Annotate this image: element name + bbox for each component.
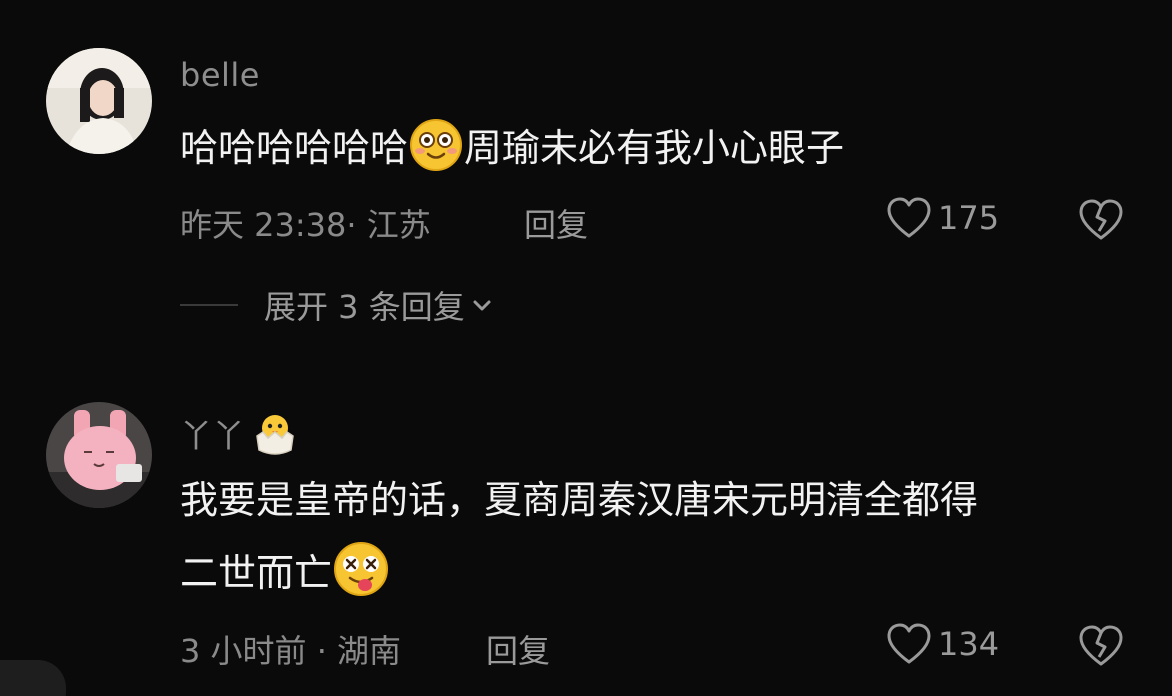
avatar-image [46, 48, 152, 154]
broken-heart-icon [1079, 625, 1123, 666]
broken-heart-icon [1079, 199, 1123, 240]
reply-button[interactable]: 回复 [486, 626, 550, 672]
username[interactable]: belle [180, 56, 260, 94]
comment-text: 二世而亡 [180, 540, 390, 617]
expand-replies-button[interactable]: 展开 3 条回复 [180, 282, 493, 328]
chevron-down-icon [473, 300, 491, 311]
dizzy-face-tongue-emoji [332, 540, 390, 617]
comment-list: belle 哈哈哈哈哈哈 周瑜未必有我小心眼子 昨天 23:38· 江苏 回复 1… [0, 0, 1172, 696]
heart-icon [887, 623, 931, 664]
comment-text-line: 我要是皇帝的话，夏商周秦汉唐宋元明清全都得 [180, 478, 979, 522]
comment-text-part: 周瑜未必有我小心眼子 [464, 126, 845, 170]
comment-text-part: 二世而亡 [180, 551, 333, 595]
hatching-chick-emoji [256, 415, 294, 455]
bottom-corner-element [0, 660, 66, 696]
smiling-face-emoji [408, 117, 464, 192]
dislike-button[interactable] [1078, 624, 1124, 672]
avatar[interactable] [46, 402, 152, 508]
like-count: 134 [938, 625, 1000, 663]
like-button[interactable]: 175 [886, 196, 999, 240]
username[interactable]: 丫丫 [180, 411, 245, 457]
dislike-button[interactable] [1078, 198, 1124, 246]
reply-button[interactable]: 回复 [524, 200, 588, 246]
comment-meta: 昨天 23:38· 江苏 [180, 206, 431, 244]
like-count: 175 [938, 199, 1000, 237]
comment-text-part: 哈哈哈哈哈哈 [180, 126, 409, 170]
comment-meta: 3 小时前 · 湖南 [180, 632, 402, 670]
heart-icon [887, 197, 931, 238]
divider-line [180, 304, 238, 306]
comment-text: 哈哈哈哈哈哈 周瑜未必有我小心眼子 [180, 116, 844, 192]
avatar-image [46, 402, 152, 508]
username-row: 丫丫 [180, 410, 299, 458]
like-button[interactable]: 134 [886, 622, 999, 666]
expand-replies-label: 展开 3 条回复 [264, 288, 465, 326]
avatar[interactable] [46, 48, 152, 154]
